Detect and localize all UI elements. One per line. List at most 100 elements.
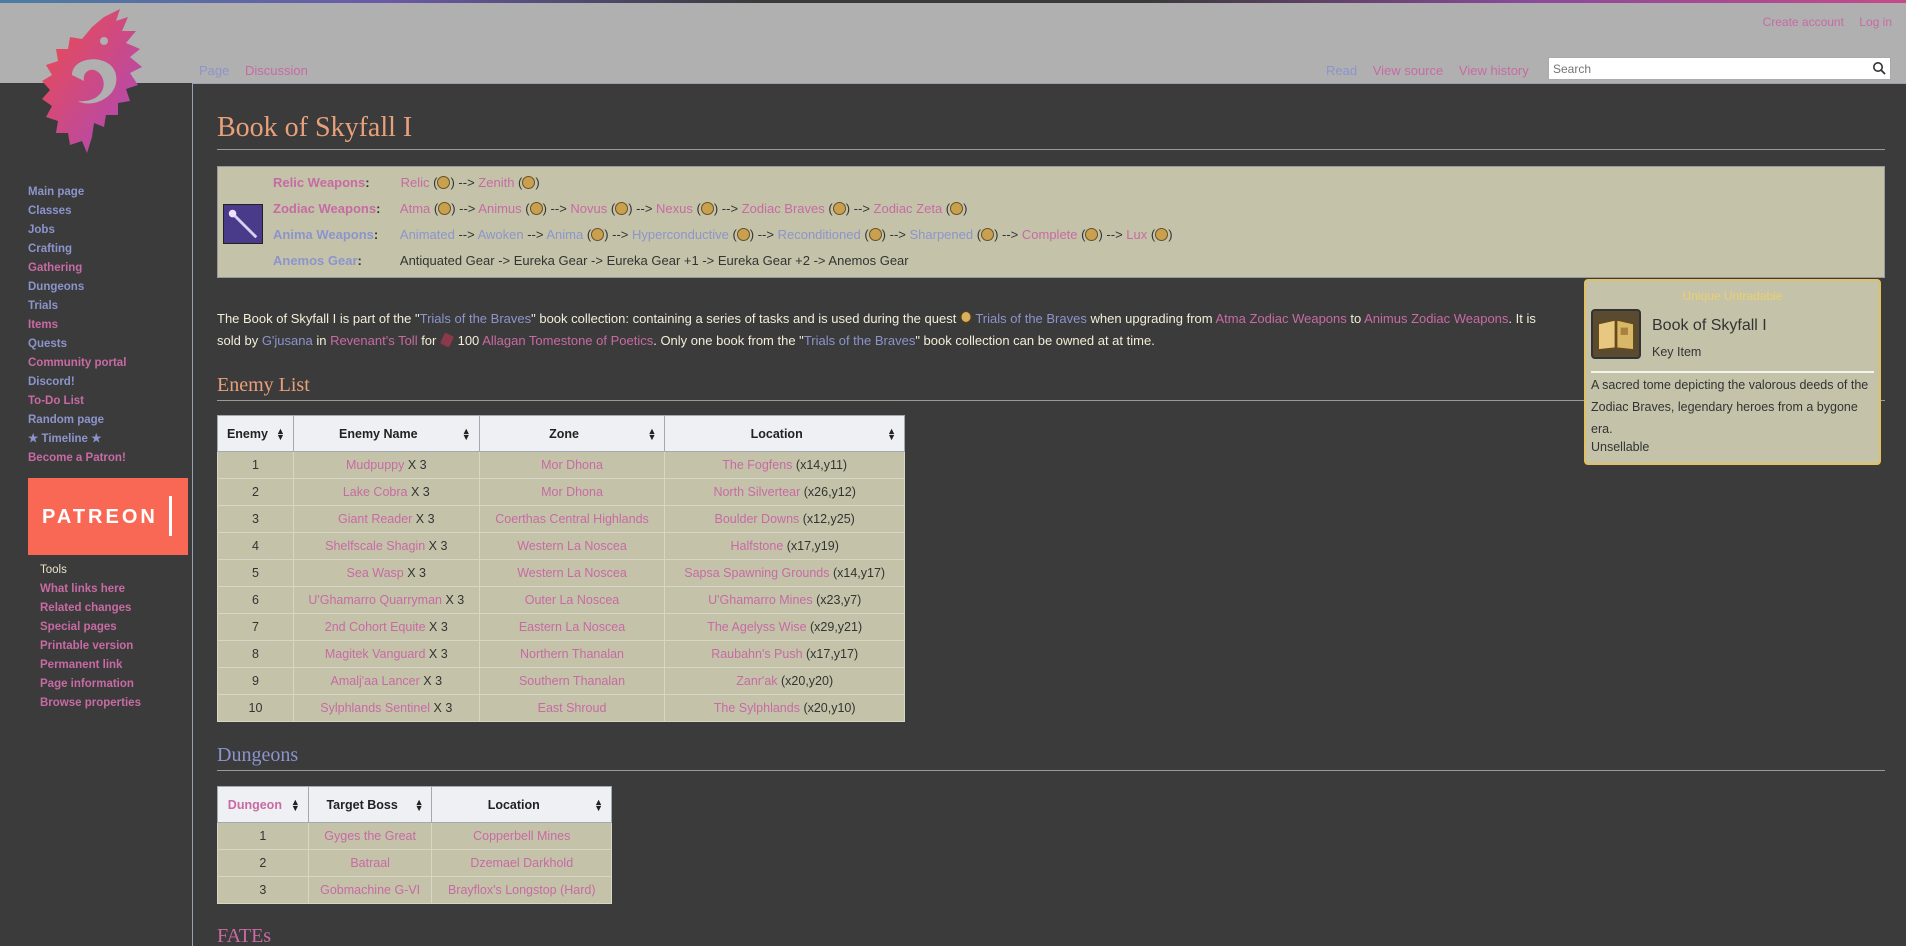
location-link[interactable]: The Fogfens xyxy=(722,458,792,472)
enemy-name-link[interactable]: 2nd Cohort Equite xyxy=(325,620,426,634)
zone-link[interactable]: East Shroud xyxy=(538,701,607,715)
zone-link[interactable]: Coerthas Central Highlands xyxy=(495,512,649,526)
location-link[interactable]: North Silvertear xyxy=(713,485,800,499)
location-link[interactable]: U'Ghamarro Mines xyxy=(708,593,813,607)
tab-view-source[interactable]: View source xyxy=(1373,63,1444,78)
sidebar-item-todo-list[interactable]: To-Do List xyxy=(28,392,126,411)
search-icon[interactable] xyxy=(1872,61,1886,75)
enemy-name-link[interactable]: Magitek Vanguard xyxy=(325,647,426,661)
animus-zodiac-weapons-link[interactable]: Animus Zodiac Weapons xyxy=(1364,311,1508,326)
sidebar-item-quests[interactable]: Quests xyxy=(28,335,126,354)
boss-link[interactable]: Gyges the Great xyxy=(324,829,416,843)
sidebar-item-jobs[interactable]: Jobs xyxy=(28,221,126,240)
location-link[interactable]: Raubahn's Push xyxy=(711,647,802,661)
location-link[interactable]: Sapsa Spawning Grounds xyxy=(684,566,829,580)
allagan-tomestone-link[interactable]: Allagan Tomestone of Poetics xyxy=(482,333,653,348)
zone-column-header[interactable]: Zone ▲ ▼ xyxy=(478,415,666,452)
dungeon-location-link[interactable]: Copperbell Mines xyxy=(473,829,570,843)
relic-weapons-link[interactable]: Relic Weapons xyxy=(273,175,365,190)
zone-link[interactable]: Mor Dhona xyxy=(541,458,603,472)
anemos-gear-link[interactable]: Anemos Gear xyxy=(273,253,358,268)
sharpened-link[interactable]: Sharpened xyxy=(909,227,973,242)
complete-link[interactable]: Complete xyxy=(1022,227,1078,242)
tool-what-links-here[interactable]: What links here xyxy=(40,580,141,599)
sidebar-item-random-page[interactable]: Random page xyxy=(28,411,126,430)
boss-link[interactable]: Gobmachine G-VI xyxy=(320,883,420,897)
animated-link[interactable]: Animated xyxy=(400,227,455,242)
revenants-toll-link[interactable]: Revenant's Toll xyxy=(330,333,418,348)
sidebar-item-crafting[interactable]: Crafting xyxy=(28,240,126,259)
enemy-name-column-header[interactable]: Enemy Name ▲ ▼ xyxy=(292,415,480,452)
search-input[interactable] xyxy=(1549,58,1859,79)
sidebar-item-dungeons[interactable]: Dungeons xyxy=(28,278,126,297)
tool-printable-version[interactable]: Printable version xyxy=(40,637,141,656)
awoken-link[interactable]: Awoken xyxy=(478,227,524,242)
enemy-column-header[interactable]: Enemy ▲ ▼ xyxy=(217,415,294,452)
location-link[interactable]: The Agelyss Wise xyxy=(707,620,806,634)
location-link[interactable]: The Sylphlands xyxy=(714,701,800,715)
relic-link[interactable]: Relic xyxy=(401,175,430,190)
create-account-link[interactable]: Create account xyxy=(1763,15,1844,29)
zone-link[interactable]: Western La Noscea xyxy=(517,566,627,580)
sidebar-item-items[interactable]: Items xyxy=(28,316,126,335)
site-logo-icon[interactable] xyxy=(12,5,162,155)
anima-link[interactable]: Anima xyxy=(546,227,583,242)
dungeon-column-header[interactable]: Dungeon ▲ ▼ xyxy=(217,786,309,823)
zone-link[interactable]: Outer La Noscea xyxy=(525,593,620,607)
novus-link[interactable]: Novus xyxy=(570,201,607,216)
tool-page-information[interactable]: Page information xyxy=(40,675,141,694)
tab-read[interactable]: Read xyxy=(1326,63,1357,78)
location-link[interactable]: Boulder Downs xyxy=(715,512,800,526)
sidebar-item-gathering[interactable]: Gathering xyxy=(28,259,126,278)
tool-browse-properties[interactable]: Browse properties xyxy=(40,694,141,713)
sidebar-item-discord[interactable]: Discord! xyxy=(28,373,126,392)
trials-of-the-braves-link-2[interactable]: Trials of the Braves xyxy=(804,333,916,348)
zone-link[interactable]: Southern Thanalan xyxy=(519,674,625,688)
reconditioned-link[interactable]: Reconditioned xyxy=(778,227,861,242)
sidebar-item-timeline[interactable]: ★ Timeline ★ xyxy=(28,430,126,449)
enemy-name-link[interactable]: U'Ghamarro Quarryman xyxy=(308,593,442,607)
zenith-link[interactable]: Zenith xyxy=(478,175,514,190)
animus-link[interactable]: Animus xyxy=(478,201,521,216)
trials-of-the-braves-link[interactable]: Trials of the Braves xyxy=(420,311,532,326)
zodiac-zeta-link[interactable]: Zodiac Zeta xyxy=(874,201,943,216)
sidebar-item-community-portal[interactable]: Community portal xyxy=(28,354,126,373)
tool-special-pages[interactable]: Special pages xyxy=(40,618,141,637)
enemy-name-link[interactable]: Mudpuppy xyxy=(346,458,404,472)
enemy-name-link[interactable]: Giant Reader xyxy=(338,512,412,526)
enemy-name-link[interactable]: Shelfscale Shagin xyxy=(325,539,425,553)
location-link[interactable]: Zanr'ak xyxy=(736,674,777,688)
zodiac-braves-link[interactable]: Zodiac Braves xyxy=(742,201,825,216)
dungeon-location-column-header[interactable]: Location ▲ ▼ xyxy=(431,786,612,823)
location-link[interactable]: Halfstone xyxy=(730,539,783,553)
dungeon-location-link[interactable]: Dzemael Darkhold xyxy=(470,856,573,870)
patreon-banner[interactable]: PATREON xyxy=(28,478,188,555)
anima-weapons-link[interactable]: Anima Weapons xyxy=(273,227,374,242)
tool-permanent-link[interactable]: Permanent link xyxy=(40,656,141,675)
boss-link[interactable]: Batraal xyxy=(350,856,390,870)
sidebar-item-trials[interactable]: Trials xyxy=(28,297,126,316)
lux-link[interactable]: Lux xyxy=(1126,227,1147,242)
zone-link[interactable]: Western La Noscea xyxy=(517,539,627,553)
tool-related-changes[interactable]: Related changes xyxy=(40,599,141,618)
enemy-name-link[interactable]: Amalj'aa Lancer xyxy=(331,674,420,688)
zone-link[interactable]: Northern Thanalan xyxy=(520,647,624,661)
tab-page[interactable]: Page xyxy=(199,63,229,78)
sidebar-item-classes[interactable]: Classes xyxy=(28,202,126,221)
location-column-header[interactable]: Location ▲ ▼ xyxy=(664,415,905,452)
gjusana-link[interactable]: G'jusana xyxy=(262,333,313,348)
atma-link[interactable]: Atma xyxy=(400,201,430,216)
zone-link[interactable]: Mor Dhona xyxy=(541,485,603,499)
nexus-link[interactable]: Nexus xyxy=(656,201,693,216)
tab-view-history[interactable]: View history xyxy=(1459,63,1529,78)
zone-link[interactable]: Eastern La Noscea xyxy=(519,620,625,634)
log-in-link[interactable]: Log in xyxy=(1859,15,1892,29)
enemy-name-link[interactable]: Sylphlands Sentinel xyxy=(320,701,430,715)
zodiac-weapons-link[interactable]: Zodiac Weapons xyxy=(273,201,376,216)
atma-zodiac-weapons-link[interactable]: Atma Zodiac Weapons xyxy=(1216,311,1347,326)
sidebar-item-become-patron[interactable]: Become a Patron! xyxy=(28,449,126,468)
sidebar-item-main-page[interactable]: Main page xyxy=(28,183,126,202)
enemy-name-link[interactable]: Sea Wasp xyxy=(347,566,404,580)
hyperconductive-link[interactable]: Hyperconductive xyxy=(632,227,729,242)
dungeon-location-link[interactable]: Brayflox's Longstop (Hard) xyxy=(448,883,596,897)
